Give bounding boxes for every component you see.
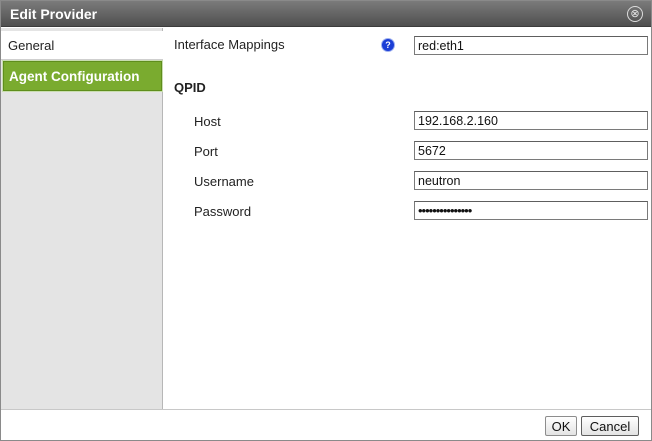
dialog-footer: OK Cancel [1, 409, 651, 440]
qpid-section-title: QPID [174, 80, 206, 95]
host-label: Host [194, 114, 221, 129]
port-input[interactable] [414, 141, 648, 160]
cancel-button[interactable]: Cancel [581, 416, 639, 436]
port-label: Port [194, 144, 218, 159]
username-input[interactable] [414, 171, 648, 190]
interface-mappings-label: Interface Mappings [174, 37, 285, 52]
edit-provider-dialog: Edit Provider ⊗ General Agent Configurat… [0, 0, 652, 441]
sidebar-item-agent-configuration[interactable]: Agent Configuration [3, 61, 162, 91]
dialog-title: Edit Provider [10, 6, 98, 22]
host-input[interactable] [414, 111, 648, 130]
password-input[interactable] [414, 201, 648, 220]
sidebar-item-general[interactable]: General [1, 31, 163, 60]
ok-button[interactable]: OK [545, 416, 577, 436]
password-label: Password [194, 204, 252, 219]
sidebar: General Agent Configuration [1, 28, 163, 409]
dialog-titlebar[interactable]: Edit Provider ⊗ [1, 1, 651, 27]
interface-mappings-input[interactable] [414, 36, 648, 55]
username-label: Username [194, 174, 254, 189]
help-icon[interactable]: ? [382, 39, 394, 51]
form-panel: Interface Mappings ? QPID Host Port User… [164, 28, 651, 409]
close-icon[interactable]: ⊗ [627, 6, 643, 22]
